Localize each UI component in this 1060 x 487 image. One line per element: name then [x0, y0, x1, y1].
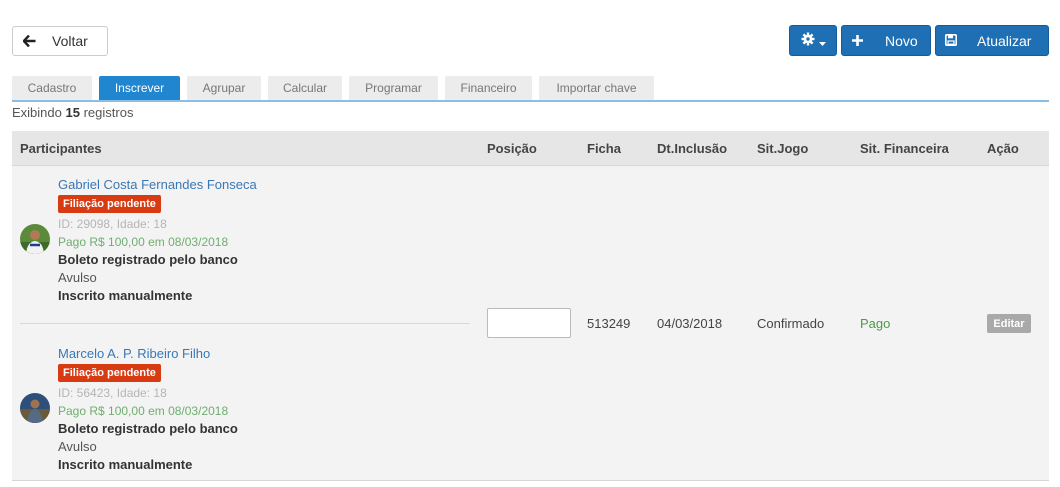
new-button[interactable]: Novo	[841, 25, 931, 56]
cell-ficha: 513249	[587, 316, 631, 331]
header-ficha: Ficha	[587, 141, 621, 156]
avatar	[20, 224, 50, 254]
status-badge: Filiação pendente	[58, 364, 161, 382]
table-bottom-border	[12, 480, 1049, 481]
chevron-down-icon	[818, 33, 826, 49]
tab-financeiro[interactable]: Financeiro	[445, 76, 532, 100]
participant-type: Avulso	[58, 439, 97, 454]
records-count: Exibindo 15 registros	[12, 105, 133, 120]
tab-importar-chave[interactable]: Importar chave	[539, 76, 654, 100]
new-button-label: Novo	[885, 32, 918, 49]
tab-agrupar[interactable]: Agrupar	[187, 76, 261, 100]
participant-id-age: ID: 29098, Idade: 18	[58, 217, 167, 231]
tab-cadastro[interactable]: Cadastro	[12, 76, 92, 100]
records-prefix: Exibindo	[12, 105, 62, 120]
tab-calcular[interactable]: Calcular	[268, 76, 342, 100]
update-button-label: Atualizar	[977, 32, 1032, 49]
tab-programar[interactable]: Programar	[349, 76, 438, 100]
settings-dropdown-button[interactable]	[789, 25, 837, 56]
header-sit-jogo: Sit.Jogo	[757, 141, 809, 156]
status-badge: Filiação pendente	[58, 195, 161, 213]
header-sit-financeira: Sit. Financeira	[860, 141, 949, 156]
position-input[interactable]	[487, 308, 571, 338]
participant-inscription: Inscrito manualmente	[58, 457, 193, 472]
participant-id-age: ID: 56423, Idade: 18	[58, 386, 167, 400]
participant-name-link[interactable]: Gabriel Costa Fernandes Fonseca	[58, 176, 257, 194]
participant-boleto: Boleto registrado pelo banco	[58, 252, 238, 267]
tab-bar: Cadastro Inscrever Agrupar Calcular Prog…	[12, 76, 654, 101]
participant-info: Gabriel Costa Fernandes Fonseca Filiação…	[58, 176, 257, 305]
participant-payment: Pago R$ 100,00 em 08/03/2018	[58, 235, 229, 249]
participant-type: Avulso	[58, 270, 97, 285]
save-icon	[945, 33, 957, 49]
edit-button[interactable]: Editar	[987, 314, 1031, 333]
tabs-underline	[12, 100, 1049, 102]
participant-name-link[interactable]: Marcelo A. P. Ribeiro Filho	[58, 345, 238, 363]
header-dt-inclusao: Dt.Inclusão	[657, 141, 728, 156]
arrow-left-icon	[23, 35, 36, 47]
participant-divider	[20, 323, 470, 324]
gear-icon	[801, 32, 815, 49]
back-button[interactable]: Voltar	[12, 26, 108, 56]
header-participants: Participantes	[20, 141, 102, 156]
avatar	[20, 393, 50, 423]
tab-inscrever[interactable]: Inscrever	[99, 76, 180, 100]
cell-sit-financeira: Pago	[860, 316, 891, 331]
participant-payment: Pago R$ 100,00 em 08/03/2018	[58, 404, 229, 418]
participant-inscription: Inscrito manualmente	[58, 288, 193, 303]
header-position: Posição	[487, 141, 537, 156]
records-suffix: registros	[83, 105, 134, 120]
back-button-label: Voltar	[52, 33, 88, 49]
table-header: Participantes Posição Ficha Dt.Inclusão …	[12, 131, 1049, 166]
update-button[interactable]: Atualizar	[935, 25, 1049, 56]
records-number: 15	[65, 105, 80, 120]
cell-dt-inclusao: 04/03/2018	[657, 316, 723, 331]
registrations-table: Participantes Posição Ficha Dt.Inclusão …	[12, 131, 1049, 481]
cell-sit-jogo: Confirmado	[757, 316, 825, 331]
plus-icon	[852, 33, 863, 49]
header-acao: Ação	[987, 141, 1019, 156]
participant-info: Marcelo A. P. Ribeiro Filho Filiação pen…	[58, 345, 238, 474]
participant-boleto: Boleto registrado pelo banco	[58, 421, 238, 436]
